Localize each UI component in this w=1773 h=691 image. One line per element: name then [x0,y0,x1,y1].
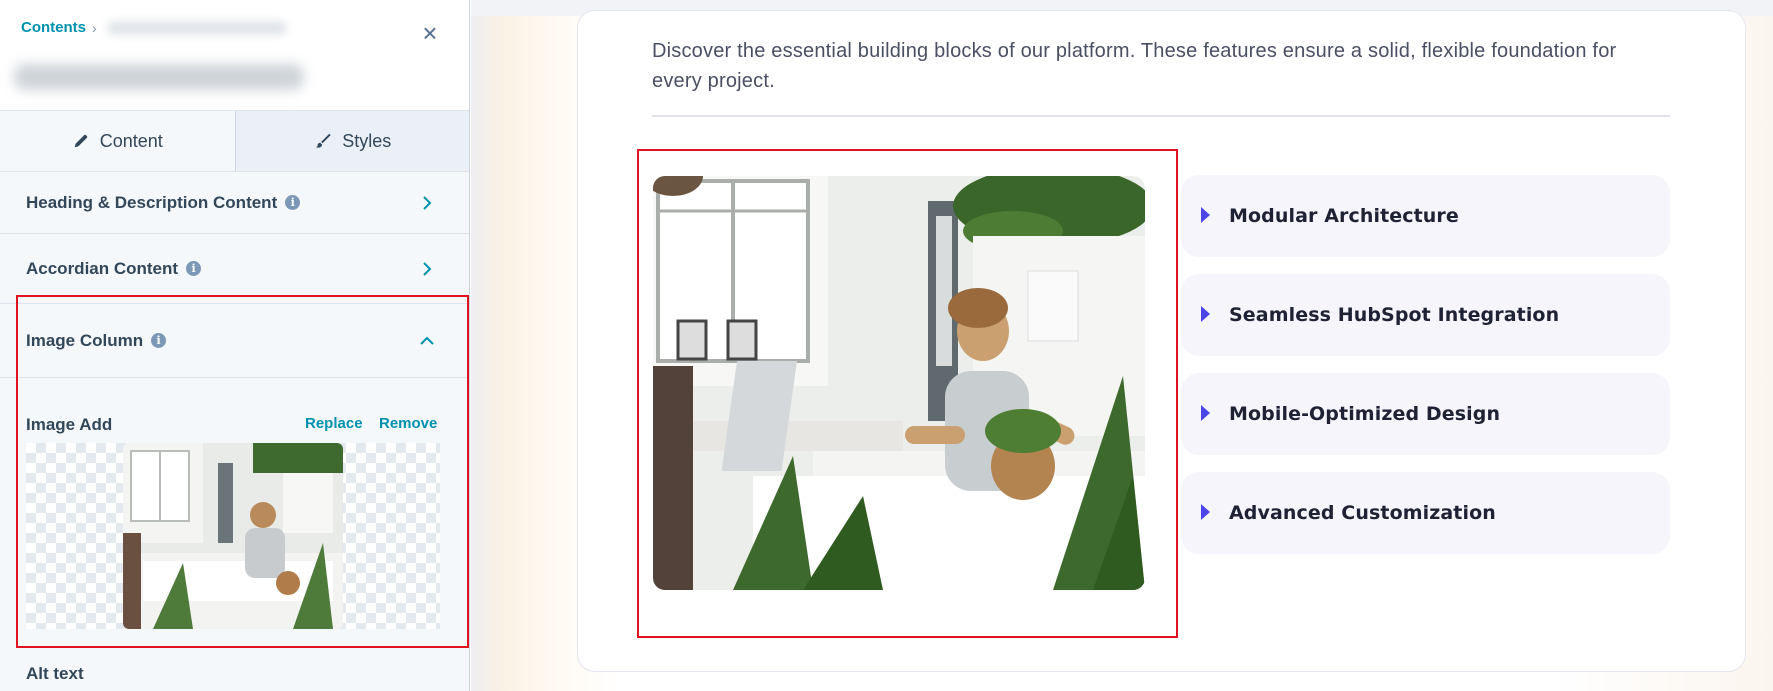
section-accordion-label: Accordian Content [26,258,179,278]
accordion-item[interactable]: Modular Architecture [1181,175,1670,257]
pencil-icon [74,134,87,148]
breadcrumb-blurred-item [106,20,287,35]
office-photo [653,176,1145,590]
tab-styles[interactable]: Styles [234,111,469,171]
image-thumbnail [123,443,343,629]
module-title-blurred [14,64,304,90]
section-image-column[interactable]: Image Column i [0,304,469,378]
tab-styles-label: Styles [342,130,392,151]
remove-image-link[interactable]: Remove [379,415,437,432]
section-description: Discover the essential building blocks o… [652,40,1617,92]
brush-icon [316,133,331,148]
alt-text-label: Alt text [26,664,84,683]
section-accordion-content[interactable]: Accordian Content i [0,234,469,304]
editor-sidebar: Contents › × Content Styles Heading & De… [0,0,470,691]
breadcrumb-contents-link[interactable]: Contents [21,19,86,36]
accordion-item[interactable]: Seamless HubSpot Integration [1181,274,1670,356]
info-icon[interactable]: i [186,261,202,276]
breadcrumb-separator: › [92,19,97,36]
chevron-up-icon [420,336,434,345]
section-heading-description[interactable]: Heading & Description Content i [0,172,469,234]
sidebar-header: Contents › × [0,0,469,111]
chevron-right-icon [423,261,432,276]
accordion-item-label: Modular Architecture [1229,205,1459,227]
info-icon[interactable]: i [285,195,301,210]
caret-right-icon [1201,207,1210,223]
caret-right-icon [1201,504,1210,520]
caret-right-icon [1201,405,1210,421]
sidebar-tabs: Content Styles [0,111,469,172]
accordion-item[interactable]: Advanced Customization [1181,472,1670,554]
caret-right-icon [1201,306,1210,322]
info-icon[interactable]: i [151,333,167,348]
tab-content-label: Content [99,130,163,151]
replace-image-link[interactable]: Replace [305,415,363,432]
accordion-item-label: Mobile-Optimized Design [1229,403,1501,425]
image-add-label: Image Add [26,415,113,434]
main-image[interactable] [653,176,1145,590]
section-image-column-label: Image Column [26,330,144,350]
accordion-item-label: Seamless HubSpot Integration [1229,304,1560,326]
breadcrumb: Contents › [21,19,287,36]
tab-content[interactable]: Content [0,111,235,171]
close-button[interactable]: × [418,20,442,46]
accordion-item-label: Advanced Customization [1229,502,1496,524]
section-heading-label: Heading & Description Content [26,192,278,212]
chevron-right-icon [423,195,432,210]
divider [652,115,1670,117]
office-photo-thumbnail [123,443,343,629]
accordion-item[interactable]: Mobile-Optimized Design [1181,373,1670,455]
close-icon: × [422,18,438,48]
image-preview-field[interactable] [26,443,440,629]
